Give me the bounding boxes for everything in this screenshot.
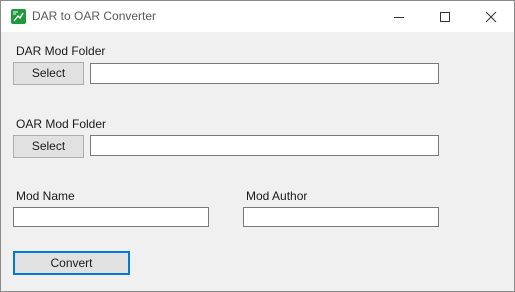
- close-button[interactable]: [468, 1, 514, 32]
- minimize-button[interactable]: [376, 1, 422, 32]
- title-bar[interactable]: DAR to OAR Converter: [1, 1, 514, 32]
- mod-name-label: Mod Name: [16, 189, 75, 203]
- dar-select-button[interactable]: Select: [13, 62, 84, 85]
- maximize-button[interactable]: [422, 1, 468, 32]
- app-icon: [11, 9, 26, 24]
- mod-author-input[interactable]: [243, 207, 439, 227]
- close-icon: [485, 11, 497, 23]
- window-title: DAR to OAR Converter: [32, 9, 157, 23]
- oar-folder-path-input[interactable]: [90, 135, 439, 156]
- dar-folder-label: DAR Mod Folder: [16, 44, 106, 58]
- dar-folder-path-input[interactable]: [90, 63, 439, 84]
- oar-folder-label: OAR Mod Folder: [16, 117, 107, 131]
- minimize-icon: [394, 17, 404, 18]
- mod-name-input[interactable]: [13, 207, 209, 227]
- app-window: DAR to OAR Converter DAR Mod Folder Sele…: [0, 0, 515, 292]
- oar-select-button[interactable]: Select: [13, 135, 84, 158]
- maximize-icon: [440, 12, 450, 22]
- mod-author-label: Mod Author: [246, 189, 308, 203]
- convert-button[interactable]: Convert: [13, 251, 130, 275]
